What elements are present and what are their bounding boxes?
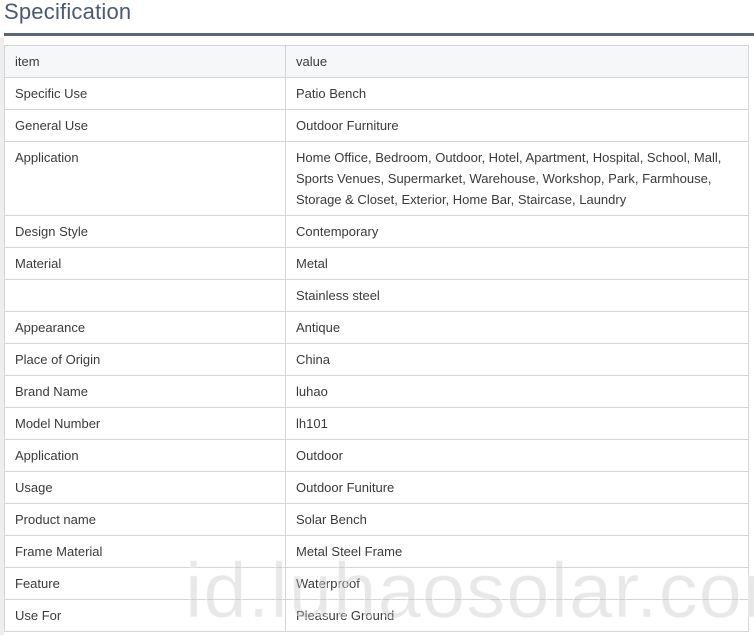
row-value: Outdoor Funiture — [285, 471, 749, 504]
table-row: Application Home Office, Bedroom, Outdoor… — [4, 141, 749, 216]
row-item: Model Number — [4, 407, 286, 440]
table-row: Material Metal — [4, 247, 749, 280]
table-row: Use For Pleasure Ground — [4, 599, 749, 632]
row-value: Contemporary — [285, 215, 749, 248]
section-title: Specification — [4, 0, 132, 24]
row-value: Waterproof — [285, 567, 749, 600]
row-item — [4, 279, 286, 312]
row-item: Application — [4, 439, 286, 472]
row-value: Antique — [285, 311, 749, 344]
table-row: General Use Outdoor Furniture — [4, 109, 749, 142]
row-value: Solar Bench — [285, 503, 749, 536]
table-row: Stainless steel — [4, 279, 749, 312]
header-value: value — [285, 45, 749, 78]
row-value: lh101 — [285, 407, 749, 440]
table-row: Brand Name luhao — [4, 375, 749, 408]
table-row: Feature Waterproof — [4, 567, 749, 600]
row-value: luhao — [285, 375, 749, 408]
table-row: Usage Outdoor Funiture — [4, 471, 749, 504]
table-row: Application Outdoor — [4, 439, 749, 472]
header-item: item — [4, 45, 286, 78]
row-item: Frame Material — [4, 535, 286, 568]
row-value: Patio Bench — [285, 77, 749, 110]
row-item: Design Style — [4, 215, 286, 248]
table-row: Frame Material Metal Steel Frame — [4, 535, 749, 568]
table-row: Model Number lh101 — [4, 407, 749, 440]
table-row: Specific Use Patio Bench — [4, 77, 749, 110]
row-value: Metal Steel Frame — [285, 535, 749, 568]
row-value: Metal — [285, 247, 749, 280]
table-header-row: item value — [4, 45, 749, 78]
row-item: Feature — [4, 567, 286, 600]
row-item: Place of Origin — [4, 343, 286, 376]
row-value: Outdoor — [285, 439, 749, 472]
row-item: Specific Use — [4, 77, 286, 110]
row-item: Product name — [4, 503, 286, 536]
table-row: Product name Solar Bench — [4, 503, 749, 536]
row-value: China — [285, 343, 749, 376]
table-row: Design Style Contemporary — [4, 215, 749, 248]
row-value: Stainless steel — [285, 279, 749, 312]
row-item: Use For — [4, 599, 286, 632]
row-item: Application — [4, 141, 286, 216]
row-item: Appearance — [4, 311, 286, 344]
table-row: Appearance Antique — [4, 311, 749, 344]
row-value: Pleasure Ground — [285, 599, 749, 632]
title-divider — [4, 33, 754, 36]
table-row: Place of Origin China — [4, 343, 749, 376]
row-item: Material — [4, 247, 286, 280]
row-item: Usage — [4, 471, 286, 504]
row-item: General Use — [4, 109, 286, 142]
row-value: Home Office, Bedroom, Outdoor, Hotel, Ap… — [285, 141, 749, 216]
specification-table: item value Specific Use Patio Bench Genera… — [4, 45, 749, 632]
row-value: Outdoor Furniture — [285, 109, 749, 142]
row-item: Brand Name — [4, 375, 286, 408]
